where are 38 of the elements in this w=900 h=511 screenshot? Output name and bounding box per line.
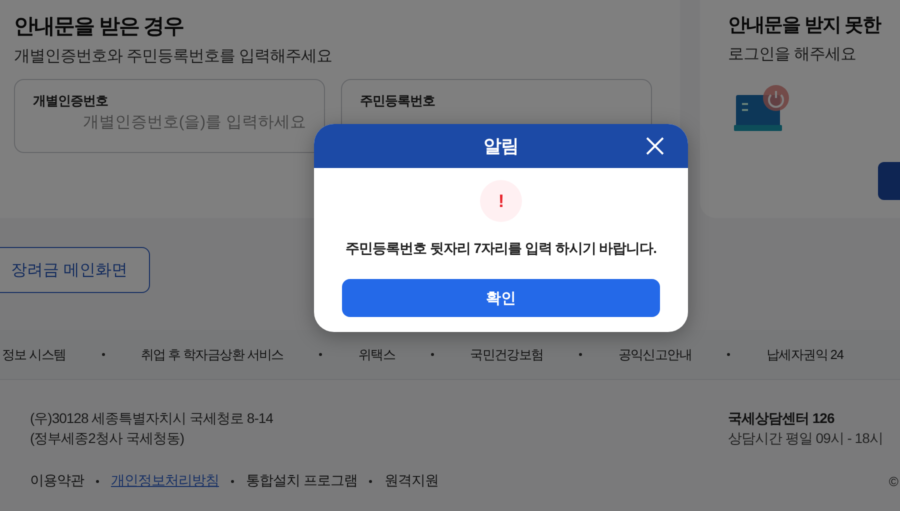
contact-title: 국세상담센터 126 [728,409,836,428]
confirm-button[interactable]: 확인 [342,279,660,317]
separator-dot [319,353,322,356]
footer-link[interactable]: 위택스 [358,346,396,364]
address-text: (정부세종2청사 국세청동) [30,429,185,448]
field-label: 개별인증번호 [33,92,109,110]
separator-dot [96,480,99,482]
section-title: 안내문을 받지 못한 [728,14,882,38]
separator-dot [231,480,234,482]
close-icon [644,135,666,157]
policy-link[interactable]: 원격지원 [384,472,438,490]
laptop-power-icon [734,85,790,133]
policy-link[interactable]: 개인정보처리방침 [111,472,219,490]
separator-dot [102,353,105,356]
separator-dot [579,353,582,356]
section-title: 안내문을 받은 경우 [14,14,185,40]
close-button[interactable] [644,135,666,157]
input-field[interactable]: 개별인증번호(을)를 입력하세요 [33,114,306,132]
footer-link[interactable]: 정보 시스템 [2,346,66,364]
footer-link[interactable]: 납세자권익 24 [766,346,844,364]
separator-dot [727,353,730,356]
field-label: 주민등록번호 [360,92,436,110]
separator-dot [431,353,434,356]
dialog-title: 알림 [484,135,518,158]
footer-link[interactable]: 국민건강보험 [470,346,544,364]
copyright-text: © [888,474,898,489]
policy-link[interactable]: 이용약관 [30,472,84,490]
policy-link[interactable]: 통합설치 프로그램 [246,472,358,490]
section-subtitle: 로그인을 해주세요 [728,45,857,65]
separator-dot [369,480,372,482]
contact-hours: 상담시간 평일 09시 - 18시 [728,429,884,448]
footer-link[interactable]: 취업 후 학자금상환 서비스 [140,346,284,364]
main-page-button[interactable]: 장려금 메인화면 [0,247,150,293]
footer-link[interactable]: 공익신고안내 [618,346,692,364]
section-subtitle: 개별인증번호와 주민등록번호를 입력해주세요 [14,47,333,67]
dialog-message: 주민등록번호 뒷자리 7자리를 입력 하시기 바랍니다. [345,240,657,258]
warning-icon: ! [480,180,522,222]
address-text: (우)30128 세종특별자치시 국세청로 8-14 [30,409,273,428]
